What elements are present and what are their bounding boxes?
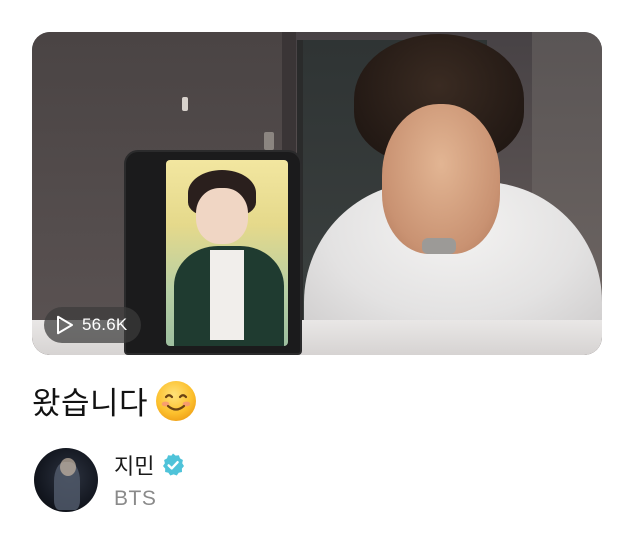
caption-text: 왔습니다 [32, 386, 149, 422]
author-group: BTS [114, 487, 157, 510]
avatar-face [60, 458, 76, 476]
photo-face [196, 188, 248, 244]
post-card[interactable]: 56.6K 왔습니다 지민 BTS [0, 0, 627, 549]
author-row[interactable]: 지민 BTS [34, 448, 186, 512]
thumbnail-person-hands [382, 104, 500, 254]
view-count: 56.6K [82, 315, 128, 334]
thumbnail-bg-outlet [264, 132, 274, 150]
verified-badge-icon [163, 453, 185, 476]
play-outline-icon [57, 315, 73, 335]
thumbnail-phone [124, 150, 302, 355]
photo-shirt [210, 250, 244, 340]
author-name[interactable]: 지민 [114, 449, 154, 481]
view-count-badge: 56.6K [44, 307, 142, 343]
author-name-row: 지민 [114, 449, 186, 481]
thumbnail-phone-photo [166, 160, 288, 346]
post-caption: 왔습니다 [32, 378, 198, 423]
thumbnail-watch [422, 238, 456, 254]
author-info: 지민 BTS [114, 449, 186, 511]
avatar[interactable] [34, 448, 98, 512]
video-thumbnail[interactable]: 56.6K [32, 32, 602, 355]
smiling-face-icon [156, 380, 197, 421]
thumbnail-bg-light [182, 97, 188, 111]
